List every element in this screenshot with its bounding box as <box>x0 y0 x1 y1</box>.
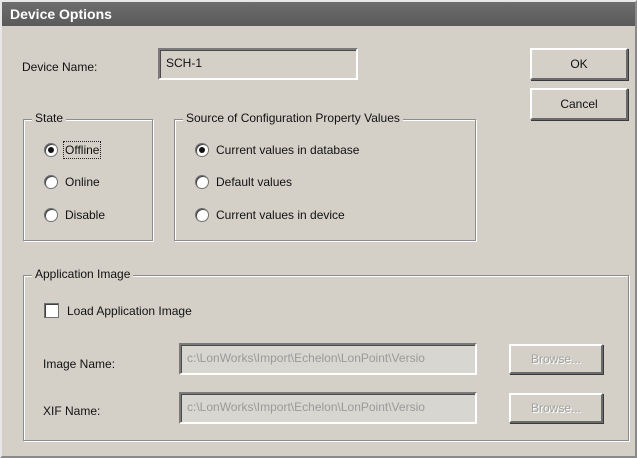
disable-label: Disable <box>65 208 106 222</box>
database-radio[interactable] <box>195 143 209 157</box>
load-application-image-label: Load Application Image <box>67 303 192 318</box>
xif-browse-button[interactable]: Browse... <box>509 393 603 423</box>
source-option-device[interactable]: Current values in device <box>195 208 345 222</box>
state-group-title: State <box>32 111 67 125</box>
disable-radio[interactable] <box>44 208 58 222</box>
window-title: Device Options <box>2 2 635 26</box>
xif-name-label: XIF Name: <box>43 404 101 418</box>
database-label: Current values in database <box>216 143 360 157</box>
state-option-online[interactable]: Online <box>44 175 100 189</box>
application-image-title: Application Image <box>32 267 134 281</box>
offline-radio[interactable] <box>44 143 58 157</box>
device-label: Current values in device <box>216 208 345 222</box>
image-name-label: Image Name: <box>43 357 116 371</box>
device-radio[interactable] <box>195 208 209 222</box>
device-name-field[interactable]: SCH-1 <box>158 48 358 80</box>
ok-button[interactable]: OK <box>530 48 628 80</box>
load-application-image-option[interactable]: Load Application Image <box>44 303 192 318</box>
offline-label: Offline <box>62 141 102 159</box>
image-browse-button[interactable]: Browse... <box>509 344 603 374</box>
default-label: Default values <box>216 175 293 189</box>
application-image-group: Application Image Load Application Image… <box>23 267 629 441</box>
image-name-field[interactable]: c:\LonWorks\Import\Echelon\LonPoint\Vers… <box>179 343 477 375</box>
state-option-offline[interactable]: Offline <box>44 141 102 159</box>
state-group: State Offline Online Disable <box>23 111 153 241</box>
xif-name-field[interactable]: c:\LonWorks\Import\Echelon\LonPoint\Vers… <box>179 392 477 424</box>
device-options-dialog: Device Options Device Name: SCH-1 OK Can… <box>0 0 637 458</box>
online-label: Online <box>65 175 100 189</box>
source-option-default[interactable]: Default values <box>195 175 292 189</box>
cancel-button[interactable]: Cancel <box>530 88 628 120</box>
load-application-image-checkbox[interactable] <box>44 303 59 318</box>
default-radio[interactable] <box>195 175 209 189</box>
state-option-disable[interactable]: Disable <box>44 208 105 222</box>
online-radio[interactable] <box>44 175 58 189</box>
device-name-label: Device Name: <box>22 60 98 74</box>
source-group-title: Source of Configuration Property Values <box>183 111 403 125</box>
source-option-database[interactable]: Current values in database <box>195 143 359 157</box>
source-group: Source of Configuration Property Values … <box>174 111 476 241</box>
